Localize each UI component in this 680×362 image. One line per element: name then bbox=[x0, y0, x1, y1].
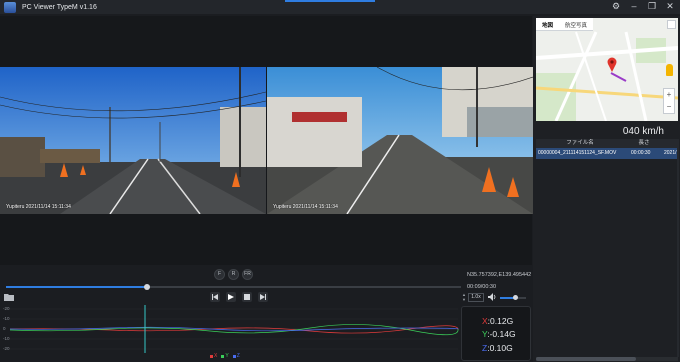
gsensor-readout: X:0.12G Y:-0.14G Z:0.10G bbox=[461, 306, 531, 361]
settings-icon[interactable]: ⚙ bbox=[610, 1, 622, 12]
minimize-icon[interactable]: – bbox=[628, 1, 640, 12]
front-view-button[interactable]: F bbox=[214, 269, 225, 280]
street-view-pegman-icon[interactable] bbox=[666, 64, 673, 76]
axis-label: -10 bbox=[3, 336, 10, 341]
stop-button[interactable] bbox=[242, 292, 252, 302]
file-date: 2021/ bbox=[664, 150, 677, 156]
skip-forward-icon bbox=[260, 294, 266, 300]
map-fullscreen-icon[interactable] bbox=[667, 20, 676, 29]
right-panel: 地図 航空写真 + − 040 km/h ファイル名 長さ 00000004_21… bbox=[533, 16, 680, 362]
file-list-vertical-scrollbar[interactable] bbox=[677, 139, 679, 357]
skip-back-icon bbox=[212, 294, 218, 300]
file-list-row[interactable]: 00000004_211114151124_SF.MOV 00:00:30 20… bbox=[536, 148, 678, 159]
gsensor-legend: X Y Z bbox=[210, 353, 240, 359]
next-file-button[interactable] bbox=[258, 292, 268, 302]
map-canvas bbox=[536, 18, 678, 121]
rear-camera-view[interactable]: Yupiteru 2021/11/14 15:11:34 bbox=[267, 67, 533, 214]
app-logo-icon bbox=[4, 1, 16, 13]
previous-file-button[interactable] bbox=[210, 292, 220, 302]
transport-controls bbox=[210, 292, 268, 302]
map-type-tabs: 地図 航空写真 bbox=[536, 18, 594, 31]
tab-satellite[interactable]: 航空写真 bbox=[559, 18, 593, 30]
rear-camera-timestamp: Yupiteru 2021/11/14 15:11:34 bbox=[273, 204, 338, 210]
gps-coordinates: N35.757392,E139.495442 bbox=[467, 272, 532, 278]
volume-icon[interactable] bbox=[488, 293, 496, 301]
file-length: 00:00:30 bbox=[631, 150, 651, 156]
column-length[interactable]: 長さ bbox=[624, 139, 664, 148]
axis-label: -20 bbox=[3, 306, 10, 311]
axis-label: -10 bbox=[3, 316, 10, 321]
gsensor-plot bbox=[9, 305, 459, 353]
play-icon bbox=[228, 294, 234, 300]
seek-handle[interactable] bbox=[144, 284, 151, 290]
app-title: PC Viewer TypeM v1.16 bbox=[22, 3, 97, 11]
playback-speed[interactable]: 1.0x bbox=[468, 293, 484, 302]
axis-label: 0 bbox=[3, 326, 6, 331]
close-icon[interactable]: ✕ bbox=[664, 1, 676, 12]
dual-view-button[interactable]: FR bbox=[242, 269, 253, 280]
seek-progress bbox=[6, 286, 148, 288]
stop-icon bbox=[244, 294, 250, 300]
map-view[interactable]: 地図 航空写真 + − bbox=[536, 18, 678, 121]
volume-handle[interactable] bbox=[513, 295, 519, 300]
column-filename[interactable]: ファイル名 bbox=[536, 139, 624, 148]
file-name: 00000004_211114151124_SF.MOV bbox=[538, 150, 617, 156]
playback-timecode: 00:09/00:30 bbox=[467, 284, 497, 290]
rear-view-button[interactable]: R bbox=[228, 269, 239, 280]
map-zoom-control[interactable]: + − bbox=[663, 88, 675, 114]
tab-map[interactable]: 地図 bbox=[536, 18, 559, 30]
open-folder-icon[interactable] bbox=[4, 293, 14, 301]
vehicle-speed: 040 km/h bbox=[622, 126, 664, 137]
gsensor-y-trace bbox=[9, 324, 459, 336]
view-selector: F R FR bbox=[214, 269, 253, 280]
gsensor-y-value: Y:-0.14G bbox=[482, 329, 516, 339]
video-area: Yupiteru 2021/11/14 15:11:34 Yupiteru 20… bbox=[0, 16, 533, 265]
seek-bar[interactable] bbox=[6, 284, 461, 290]
gsensor-x-value: X:0.12G bbox=[482, 316, 514, 326]
legend-y: Y bbox=[221, 353, 229, 359]
scrollbar-thumb[interactable] bbox=[536, 357, 636, 361]
restore-icon[interactable]: ❐ bbox=[646, 1, 658, 12]
file-list-header: ファイル名 長さ bbox=[536, 139, 678, 148]
speed-stepper-arrows[interactable]: ▲ ▼ bbox=[462, 292, 466, 302]
volume-slider[interactable] bbox=[500, 295, 526, 300]
axis-label: -20 bbox=[3, 346, 10, 351]
gsensor-z-value: Z:0.10G bbox=[482, 343, 513, 353]
file-list-horizontal-scrollbar[interactable] bbox=[536, 357, 678, 361]
front-camera-view[interactable]: Yupiteru 2021/11/14 15:11:34 bbox=[0, 67, 266, 214]
title-accent-bar bbox=[285, 0, 375, 2]
front-camera-timestamp: Yupiteru 2021/11/14 15:11:34 bbox=[6, 204, 71, 210]
title-bar: PC Viewer TypeM v1.16 ⚙ – ❐ ✕ bbox=[0, 0, 680, 14]
legend-x: X bbox=[210, 353, 217, 359]
legend-z: Z bbox=[232, 353, 240, 359]
play-button[interactable] bbox=[226, 292, 236, 302]
